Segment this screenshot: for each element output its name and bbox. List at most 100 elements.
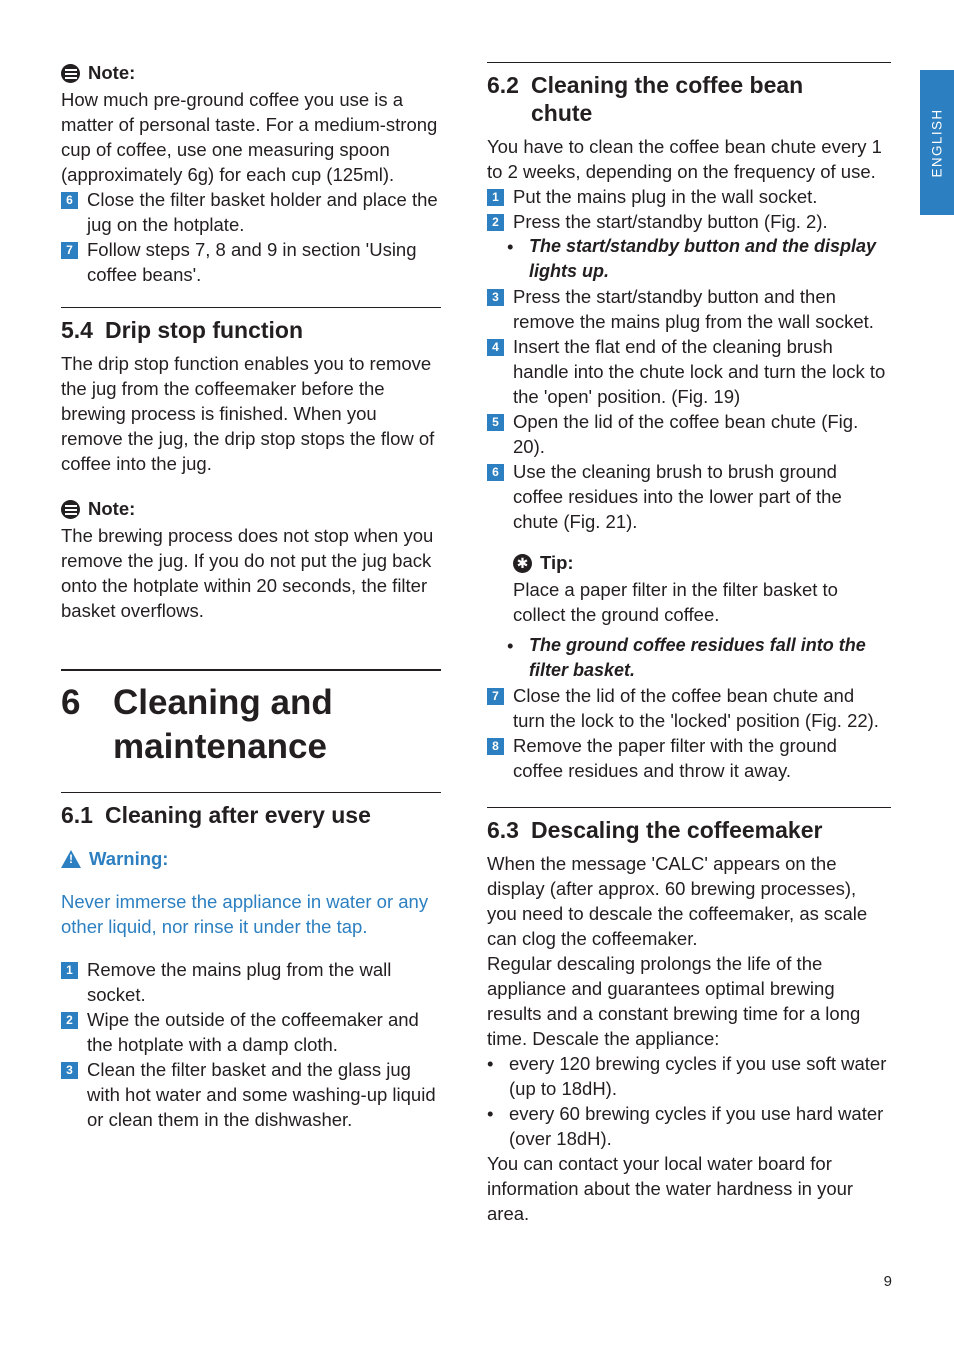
step-text: Close the lid of the coffee bean chute a… bbox=[513, 685, 879, 731]
section-5-4-body: The drip stop function enables you to re… bbox=[61, 353, 435, 474]
chapter-title-line2: maintenance bbox=[113, 727, 327, 766]
step-text: Insert the flat end of the cleaning brus… bbox=[513, 336, 886, 407]
list-item: 5 Open the lid of the coffee bean chute … bbox=[487, 409, 891, 459]
section-heading-6-2-line2: chute bbox=[487, 98, 891, 128]
step-text: Use the cleaning brush to brush ground c… bbox=[513, 461, 842, 532]
chapter-number: 6 bbox=[61, 683, 81, 722]
right-column: 6.2 Cleaning the coffee bean chute You ha… bbox=[487, 62, 891, 1226]
step-number: 1 bbox=[61, 962, 78, 979]
step-number: 3 bbox=[487, 289, 504, 306]
section-title: Cleaning after every use bbox=[105, 802, 371, 828]
document-page: ENGLISH Note: How much pre-ground coffee… bbox=[0, 0, 954, 1350]
section-heading-6-1: 6.1 Cleaning after every use bbox=[61, 800, 441, 830]
list-item: 6 Close the filter basket holder and pla… bbox=[61, 187, 441, 237]
section-number: 6.1 bbox=[61, 802, 93, 828]
list-item: 1 Remove the mains plug from the wall so… bbox=[61, 957, 441, 1007]
step-number: 6 bbox=[61, 192, 78, 209]
section-6-3-para1: When the message 'CALC' appears on the d… bbox=[487, 853, 868, 949]
list-item: • The ground coffee residues fall into t… bbox=[487, 633, 891, 683]
section-title: Descaling the coffeemaker bbox=[531, 817, 823, 843]
bullet-text: every 60 brewing cycles if you use hard … bbox=[509, 1103, 884, 1149]
left-column: Note: How much pre-ground coffee you use… bbox=[61, 62, 441, 1132]
list-item: 7 Follow steps 7, 8 and 9 in section 'Us… bbox=[61, 237, 441, 287]
section-6-2-body: You have to clean the coffee bean chute … bbox=[487, 136, 882, 182]
note-callout-2: Note: bbox=[61, 498, 441, 520]
list-item: • The start/standby button and the displ… bbox=[487, 234, 891, 284]
step-text: Wipe the outside of the coffeemaker and … bbox=[87, 1009, 419, 1055]
note-label: Note: bbox=[88, 498, 136, 519]
section-divider bbox=[487, 807, 891, 808]
warning-icon bbox=[61, 850, 81, 868]
step-number: 2 bbox=[61, 1012, 78, 1029]
cleaning-steps-list: 1 Remove the mains plug from the wall so… bbox=[61, 957, 441, 1132]
step-text: Open the lid of the coffee bean chute (F… bbox=[513, 411, 859, 457]
page-number: 9 bbox=[883, 1273, 892, 1290]
steps-continued-list: 6 Close the filter basket holder and pla… bbox=[61, 187, 441, 287]
chapter-title-line2-wrap: maintenance bbox=[113, 722, 441, 772]
chapter-divider bbox=[61, 669, 441, 671]
step-number: 7 bbox=[487, 688, 504, 705]
step-number: 2 bbox=[487, 214, 504, 231]
section-number: 6.3 bbox=[487, 817, 519, 843]
chute-steps-list-c: 7 Close the lid of the coffee bean chute… bbox=[487, 683, 891, 783]
step-text: Press the start/standby button (Fig. 2). bbox=[513, 211, 828, 232]
list-item: 6 Use the cleaning brush to brush ground… bbox=[487, 459, 891, 534]
section-heading-6-3: 6.3 Descaling the coffeemaker bbox=[487, 815, 891, 845]
step-number: 6 bbox=[487, 464, 504, 481]
result-list-1: • The start/standby button and the displ… bbox=[487, 234, 891, 284]
tip-text: Place a paper filter in the filter baske… bbox=[513, 579, 838, 625]
step-text: Remove the mains plug from the wall sock… bbox=[87, 959, 392, 1005]
section-6-3-para2: Regular descaling prolongs the life of t… bbox=[487, 953, 861, 1049]
list-item: 1 Put the mains plug in the wall socket. bbox=[487, 184, 891, 209]
section-divider bbox=[487, 62, 891, 63]
chapter-title-line1: Cleaning and bbox=[113, 683, 333, 722]
list-item: 2 Wipe the outside of the coffeemaker an… bbox=[61, 1007, 441, 1057]
list-item: 7 Close the lid of the coffee bean chute… bbox=[487, 683, 891, 733]
step-text: Clean the filter basket and the glass ju… bbox=[87, 1059, 436, 1130]
section-title-line2: chute bbox=[531, 100, 593, 126]
list-item: 4 Insert the flat end of the cleaning br… bbox=[487, 334, 891, 409]
step-number: 4 bbox=[487, 339, 504, 356]
note-text-2: The brewing process does not stop when y… bbox=[61, 525, 434, 621]
section-divider bbox=[61, 307, 441, 308]
note-text-1: How much pre-ground coffee you use is a … bbox=[61, 89, 438, 185]
note-icon bbox=[61, 63, 80, 83]
language-side-tab-label: ENGLISH bbox=[929, 107, 945, 178]
step-text: Remove the paper filter with the ground … bbox=[513, 735, 837, 781]
note-label: Note: bbox=[88, 62, 136, 83]
result-text: The ground coffee residues fall into the… bbox=[529, 635, 866, 680]
section-heading-5-4: 5.4 Drip stop function bbox=[61, 315, 441, 345]
list-item: 3 Clean the filter basket and the glass … bbox=[61, 1057, 441, 1132]
step-number: 7 bbox=[61, 242, 78, 259]
note-callout-1: Note: bbox=[61, 62, 441, 84]
descaling-bullet-list: • every 120 brewing cycles if you use so… bbox=[487, 1051, 891, 1151]
section-divider bbox=[61, 792, 441, 793]
step-text: Put the mains plug in the wall socket. bbox=[513, 186, 818, 207]
section-title-line1: Cleaning the coffee bean bbox=[531, 72, 804, 98]
step-number: 3 bbox=[61, 1062, 78, 1079]
language-side-tab: ENGLISH bbox=[920, 70, 954, 215]
warning-label: Warning: bbox=[89, 848, 169, 869]
warning-text: Never immerse the appliance in water or … bbox=[61, 890, 429, 937]
step-number: 1 bbox=[487, 189, 504, 206]
tip-callout: Tip: bbox=[487, 552, 891, 574]
note-icon bbox=[61, 499, 80, 519]
step-text: Follow steps 7, 8 and 9 in section 'Usin… bbox=[87, 239, 417, 285]
chapter-heading-6: 6 Cleaning and bbox=[61, 678, 441, 728]
bullet-text: every 120 brewing cycles if you use soft… bbox=[509, 1053, 887, 1099]
section-number: 6.2 bbox=[487, 72, 519, 98]
section-number: 5.4 bbox=[61, 317, 93, 343]
chute-steps-list-b: 3 Press the start/standby button and the… bbox=[487, 284, 891, 534]
bullet-marker: • bbox=[487, 1103, 494, 1124]
chute-steps-list-a: 1 Put the mains plug in the wall socket.… bbox=[487, 184, 891, 234]
warning-callout: Warning: bbox=[61, 848, 441, 870]
tip-label: Tip: bbox=[540, 552, 574, 573]
list-item: 2 Press the start/standby button (Fig. 2… bbox=[487, 209, 891, 234]
section-heading-6-2: 6.2 Cleaning the coffee bean bbox=[487, 70, 891, 100]
list-item: 3 Press the start/standby button and the… bbox=[487, 284, 891, 334]
list-item: 8 Remove the paper filter with the groun… bbox=[487, 733, 891, 783]
step-text: Close the filter basket holder and place… bbox=[87, 189, 438, 235]
bullet-marker: • bbox=[487, 1053, 494, 1074]
step-number: 8 bbox=[487, 738, 504, 755]
list-item: • every 60 brewing cycles if you use har… bbox=[487, 1101, 891, 1151]
